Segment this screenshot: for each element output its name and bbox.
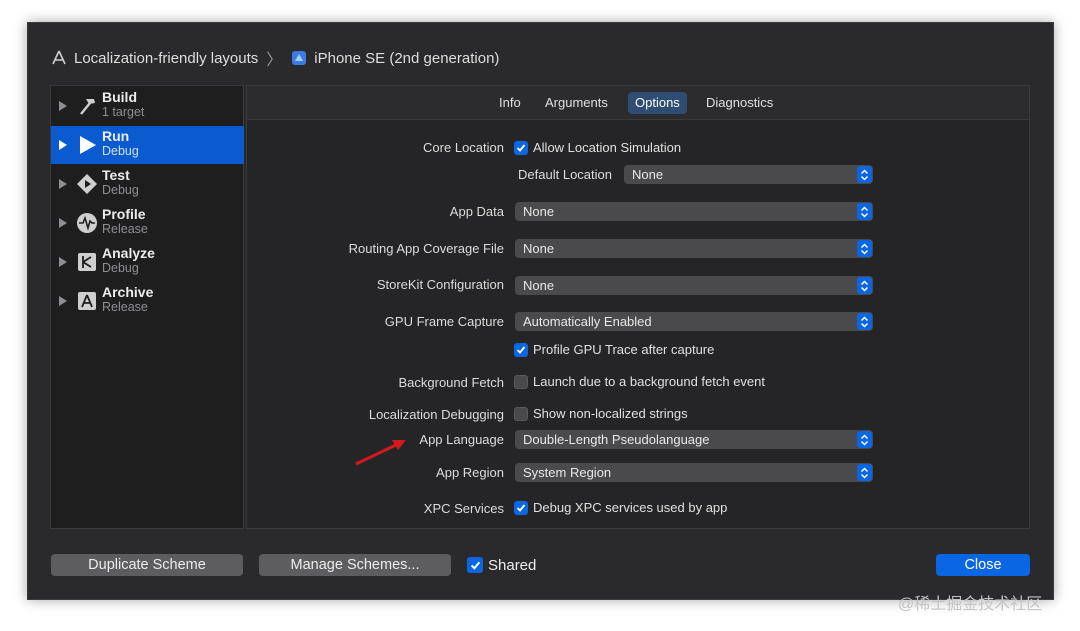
simulator-icon bbox=[290, 49, 308, 67]
close-button[interactable]: Close bbox=[936, 554, 1030, 576]
chevron-updown-icon bbox=[857, 431, 872, 448]
watermark: @稀土掘金技术社区 bbox=[898, 596, 1043, 613]
tab-bar: Info Arguments Options Diagnostics bbox=[247, 86, 1029, 120]
disclosure-triangle-icon[interactable] bbox=[59, 140, 67, 150]
sidebar-item-sublabel: 1 target bbox=[102, 105, 145, 119]
routing-coverage-label: Routing App Coverage File bbox=[348, 241, 504, 256]
tab-options[interactable]: Options bbox=[628, 92, 687, 114]
tab-info[interactable]: Info bbox=[492, 92, 528, 114]
debug-xpc-label: Debug XPC services used by app bbox=[533, 500, 728, 515]
gpu-frame-capture-select[interactable]: Automatically Enabled bbox=[515, 312, 873, 331]
show-non-localized-label: Show non-localized strings bbox=[533, 406, 688, 421]
core-location-label: Core Location bbox=[423, 140, 504, 155]
gpu-frame-capture-value: Automatically Enabled bbox=[523, 314, 652, 329]
show-non-localized-checkbox[interactable] bbox=[514, 407, 528, 421]
checkmark-icon bbox=[516, 504, 526, 512]
background-fetch-label: Background Fetch bbox=[398, 375, 504, 390]
archive-icon bbox=[76, 290, 98, 312]
app-region-label: App Region bbox=[436, 465, 504, 480]
play-icon bbox=[76, 134, 98, 156]
project-name[interactable]: Localization-friendly layouts bbox=[74, 50, 258, 67]
scheme-actions-sidebar: Build 1 target Run Debug Test Debug Profile… bbox=[50, 85, 244, 529]
disclosure-triangle-icon[interactable] bbox=[59, 296, 67, 306]
sidebar-item-label: Build bbox=[102, 89, 137, 105]
chevron-updown-icon bbox=[857, 313, 872, 330]
waveform-icon bbox=[76, 212, 98, 234]
sidebar-item-label: Analyze bbox=[102, 245, 155, 261]
gpu-frame-capture-label: GPU Frame Capture bbox=[384, 314, 504, 329]
routing-coverage-select[interactable]: None bbox=[515, 239, 873, 258]
disclosure-triangle-icon[interactable] bbox=[59, 101, 67, 111]
breadcrumb-separator: 〉 bbox=[266, 52, 283, 69]
sidebar-item-label: Archive bbox=[102, 284, 154, 300]
sidebar-item-profile[interactable]: Profile Release bbox=[51, 204, 244, 242]
sidebar-item-sublabel: Debug bbox=[102, 144, 139, 158]
chevron-updown-icon bbox=[857, 166, 872, 183]
sidebar-item-sublabel: Debug bbox=[102, 183, 139, 197]
xcode-project-icon bbox=[50, 49, 68, 67]
sidebar-item-sublabel: Release bbox=[102, 222, 148, 236]
xpc-services-label: XPC Services bbox=[423, 501, 504, 516]
sidebar-item-sublabel: Release bbox=[102, 300, 148, 314]
sidebar-item-label: Test bbox=[102, 167, 130, 183]
sidebar-item-build[interactable]: Build 1 target bbox=[51, 87, 244, 125]
chevron-updown-icon bbox=[857, 464, 872, 481]
sidebar-item-archive[interactable]: Archive Release bbox=[51, 282, 244, 320]
tab-arguments[interactable]: Arguments bbox=[538, 92, 615, 114]
sidebar-item-run[interactable]: Run Debug bbox=[51, 126, 244, 164]
shared-checkbox[interactable] bbox=[467, 557, 483, 573]
default-location-select[interactable]: None bbox=[624, 165, 873, 184]
checkmark-icon bbox=[516, 346, 526, 354]
sidebar-item-label: Run bbox=[102, 128, 130, 144]
sidebar-item-analyze[interactable]: Analyze Debug bbox=[51, 243, 244, 281]
checkmark-icon bbox=[470, 561, 480, 570]
profile-gpu-trace-label: Profile GPU Trace after capture bbox=[533, 342, 715, 357]
localization-debugging-label: Localization Debugging bbox=[368, 407, 504, 422]
disclosure-triangle-icon[interactable] bbox=[59, 179, 67, 189]
diamond-play-icon bbox=[76, 173, 98, 195]
sidebar-item-test[interactable]: Test Debug bbox=[51, 165, 244, 203]
disclosure-triangle-icon[interactable] bbox=[59, 218, 67, 228]
sidebar-item-sublabel: Debug bbox=[102, 261, 139, 275]
app-data-value: None bbox=[523, 204, 555, 219]
app-region-value: System Region bbox=[523, 465, 612, 480]
chevron-updown-icon bbox=[857, 203, 872, 220]
profile-gpu-trace-checkbox[interactable] bbox=[514, 343, 528, 357]
device-name[interactable]: iPhone SE (2nd generation) bbox=[314, 50, 499, 67]
disclosure-triangle-icon[interactable] bbox=[59, 257, 67, 267]
routing-coverage-value: None bbox=[523, 241, 555, 256]
allow-location-simulation-checkbox[interactable] bbox=[514, 141, 528, 155]
tab-diagnostics[interactable]: Diagnostics bbox=[699, 92, 780, 114]
app-language-select[interactable]: Double-Length Pseudolanguage bbox=[515, 430, 873, 449]
default-location-value: None bbox=[632, 167, 664, 182]
allow-location-simulation-label: Allow Location Simulation bbox=[533, 140, 682, 155]
app-region-select[interactable]: System Region bbox=[515, 463, 873, 482]
title-breadcrumb: Localization-friendly layouts 〉 iPhone S… bbox=[50, 45, 499, 71]
analyze-icon bbox=[76, 251, 98, 273]
background-fetch-checkbox[interactable] bbox=[514, 375, 528, 389]
sidebar-item-label: Profile bbox=[102, 206, 146, 222]
app-data-select[interactable]: None bbox=[515, 202, 873, 221]
storekit-select[interactable]: None bbox=[515, 276, 873, 295]
shared-label: Shared bbox=[488, 557, 537, 574]
hammer-icon bbox=[76, 95, 98, 117]
chevron-updown-icon bbox=[857, 240, 872, 257]
storekit-label: StoreKit Configuration bbox=[376, 277, 504, 292]
app-language-label: App Language bbox=[419, 432, 504, 447]
duplicate-scheme-button[interactable]: Duplicate Scheme bbox=[51, 554, 243, 576]
manage-schemes-button[interactable]: Manage Schemes... bbox=[259, 554, 451, 576]
annotation-arrow-icon bbox=[355, 440, 406, 466]
app-language-value: Double-Length Pseudolanguage bbox=[523, 432, 710, 447]
storekit-value: None bbox=[523, 278, 555, 293]
app-data-label: App Data bbox=[449, 204, 504, 219]
chevron-updown-icon bbox=[857, 277, 872, 294]
checkmark-icon bbox=[516, 144, 526, 152]
background-fetch-check-label: Launch due to a background fetch event bbox=[533, 374, 766, 389]
debug-xpc-checkbox[interactable] bbox=[514, 501, 528, 515]
default-location-label: Default Location bbox=[518, 167, 612, 182]
